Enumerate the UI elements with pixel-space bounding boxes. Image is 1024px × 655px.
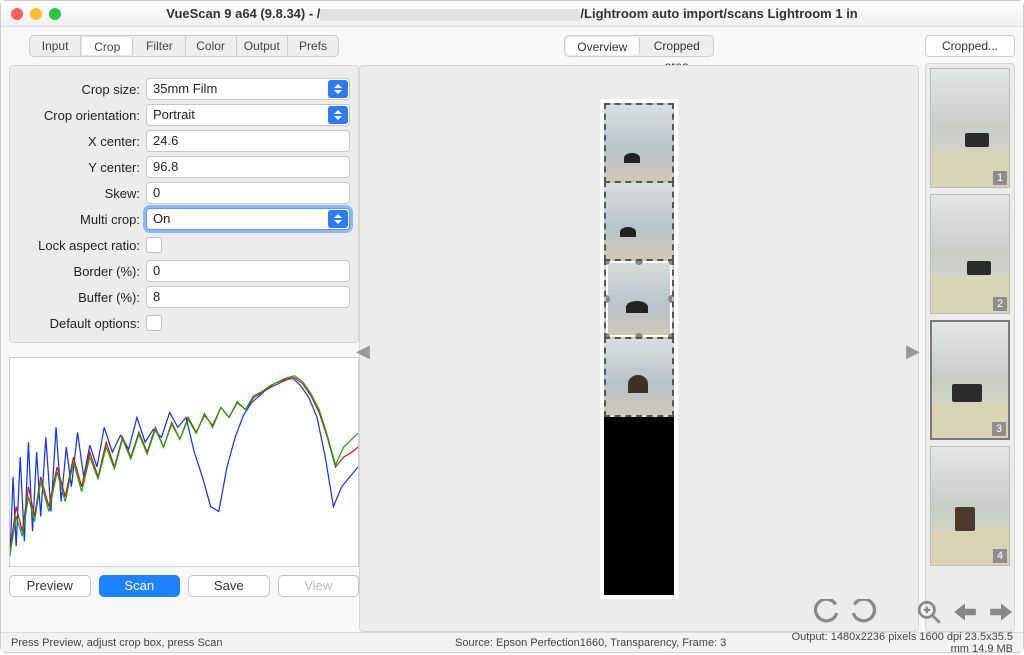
tab-output[interactable]: Output	[237, 36, 288, 56]
tab-cropped-area[interactable]: Cropped area	[641, 36, 714, 56]
crop-size-label: Crop size:	[16, 82, 146, 97]
multi-crop-select[interactable]: On	[146, 208, 350, 230]
chevron-updown-icon	[328, 106, 348, 124]
arrow-right-icon[interactable]	[988, 599, 1014, 625]
scan-button[interactable]: Scan	[99, 575, 181, 597]
border-field[interactable]: 0	[146, 260, 350, 282]
lock-aspect-checkbox[interactable]	[146, 237, 162, 253]
close-icon[interactable]	[11, 8, 23, 20]
default-options-label: Default options:	[16, 316, 146, 331]
save-button[interactable]: Save	[188, 575, 270, 597]
border-label: Border (%):	[16, 264, 146, 279]
thumbnail-1[interactable]: 1	[930, 68, 1010, 188]
scan-frame-empty	[604, 415, 674, 595]
redo-icon[interactable]	[850, 599, 876, 625]
tab-color[interactable]: Color	[186, 36, 237, 56]
scan-frame-4[interactable]	[604, 337, 674, 417]
window-title: VueScan 9 a64 (9.8.34) - //Lightroom aut…	[9, 6, 1015, 21]
prev-page-icon[interactable]: ◀	[356, 341, 372, 357]
lock-aspect-label: Lock aspect ratio:	[16, 238, 146, 253]
buffer-label: Buffer (%):	[16, 290, 146, 305]
x-center-label: X center:	[16, 134, 146, 149]
settings-tabs: Input Crop Filter Color Output Prefs	[29, 35, 339, 57]
tab-prefs[interactable]: Prefs	[288, 36, 338, 56]
x-center-field[interactable]: 24.6	[146, 130, 350, 152]
view-button: View	[278, 575, 360, 597]
histogram	[9, 357, 359, 567]
next-page-icon[interactable]: ▶	[906, 341, 922, 357]
status-output: Output: 1480x2236 pixels 1600 dpi 23.5x3…	[781, 631, 1013, 655]
tab-filter[interactable]: Filter	[134, 36, 185, 56]
scan-frame-3[interactable]	[604, 259, 674, 339]
y-center-label: Y center:	[16, 160, 146, 175]
zoom-tools	[814, 599, 1014, 625]
undo-icon[interactable]	[814, 599, 840, 625]
chevron-updown-icon	[328, 210, 348, 228]
status-hint: Press Preview, adjust crop box, press Sc…	[11, 637, 223, 649]
tab-crop[interactable]: Crop	[82, 37, 133, 55]
tab-input[interactable]: Input	[30, 36, 81, 56]
thumbnail-2[interactable]: 2	[930, 194, 1010, 314]
crop-orientation-label: Crop orientation:	[16, 108, 146, 123]
arrow-left-icon[interactable]	[952, 599, 978, 625]
tab-overview[interactable]: Overview	[566, 37, 640, 55]
filmstrip[interactable]	[600, 99, 678, 599]
crop-form: Crop size: 35mm Film Crop orientation: P…	[9, 65, 359, 343]
chevron-updown-icon	[328, 80, 348, 98]
multi-crop-label: Multi crop:	[16, 212, 146, 227]
tab-cropped-thumbs[interactable]: Cropped...	[925, 35, 1015, 57]
minimize-icon[interactable]	[30, 8, 42, 20]
preview-tabs: Overview Cropped area	[564, 35, 714, 57]
thumbnail-list: 1 2 3 4	[925, 63, 1015, 632]
crop-size-select[interactable]: 35mm Film	[146, 78, 350, 100]
scan-frame-1[interactable]	[604, 103, 674, 183]
buffer-field[interactable]: 8	[146, 286, 350, 308]
crop-orientation-select[interactable]: Portrait	[146, 104, 350, 126]
y-center-field[interactable]: 96.8	[146, 156, 350, 178]
preview-button[interactable]: Preview	[9, 575, 91, 597]
titlebar: VueScan 9 a64 (9.8.34) - //Lightroom aut…	[1, 1, 1023, 27]
status-bar: Press Preview, adjust crop box, press Sc…	[1, 632, 1023, 652]
zoom-in-icon[interactable]	[916, 599, 942, 625]
default-options-checkbox[interactable]	[146, 315, 162, 331]
thumbnail-4[interactable]: 4	[930, 446, 1010, 566]
maximize-icon[interactable]	[49, 8, 61, 20]
skew-label: Skew:	[16, 186, 146, 201]
preview-area[interactable]: ◀ ▶	[359, 65, 919, 632]
skew-field[interactable]: 0	[146, 182, 350, 204]
thumbnail-3[interactable]: 3	[930, 320, 1010, 440]
scan-frame-2[interactable]	[604, 181, 674, 261]
status-source: Source: Epson Perfection1660, Transparen…	[455, 637, 780, 649]
